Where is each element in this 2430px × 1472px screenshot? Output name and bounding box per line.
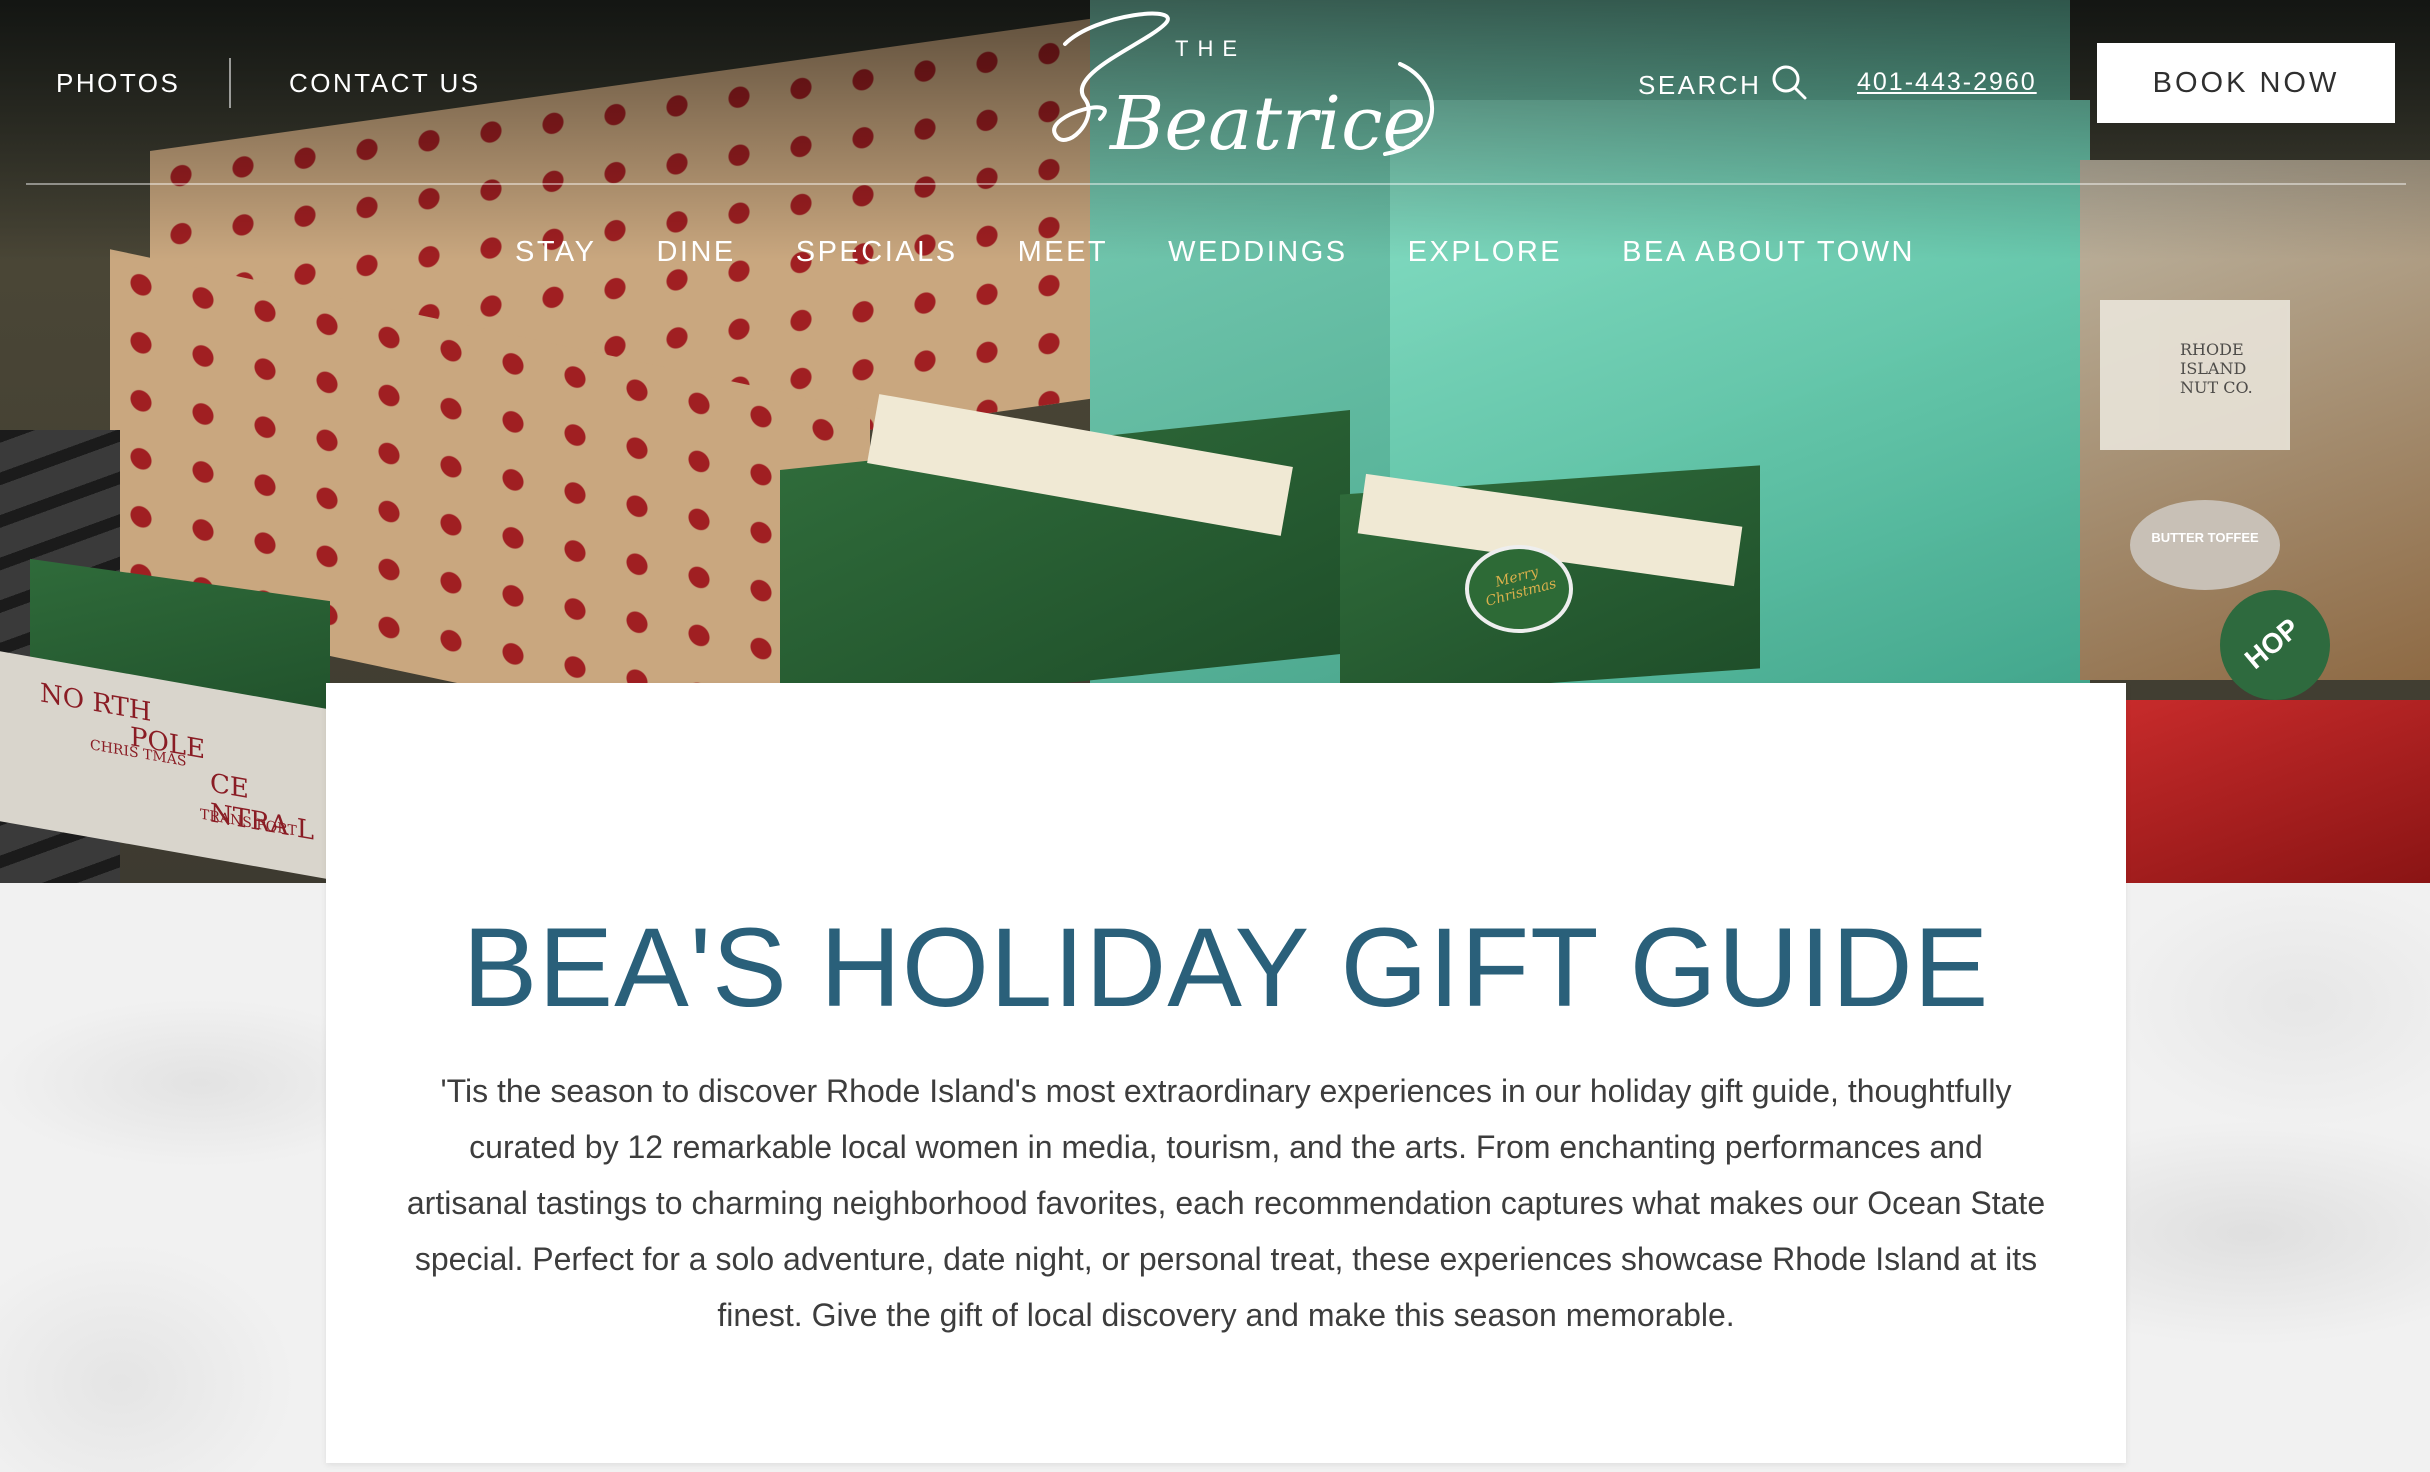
nav-stay[interactable]: STAY bbox=[515, 236, 596, 269]
nav-specials[interactable]: SPECIALS bbox=[796, 236, 958, 269]
toy-train-engine bbox=[2126, 700, 2430, 883]
photos-link[interactable]: PHOTOS bbox=[56, 68, 180, 99]
site-header: PHOTOS CONTACT US THE Beatrice SEARCH 40… bbox=[0, 0, 2430, 185]
hop-sign: HOP bbox=[2220, 590, 2330, 700]
page-title: BEA'S HOLIDAY GIFT GUIDE bbox=[462, 905, 1990, 1030]
header-divider bbox=[229, 58, 231, 108]
beatrice-logo[interactable]: THE Beatrice bbox=[1005, 4, 1455, 167]
hop-sign-label: HOP bbox=[2238, 612, 2306, 675]
search-label: SEARCH bbox=[1638, 70, 1762, 100]
logo-script-svg: THE Beatrice bbox=[1052, 11, 1434, 167]
nav-meet[interactable]: MEET bbox=[1018, 236, 1109, 269]
gift-tag-text: Merry Christmas bbox=[1483, 563, 1559, 610]
nav-explore[interactable]: EXPLORE bbox=[1408, 236, 1563, 269]
gift-tag: Merry Christmas bbox=[1465, 545, 1573, 633]
intro-paragraph: 'Tis the season to discover Rhode Island… bbox=[406, 1073, 2046, 1333]
main-nav: STAY DINE SPECIALS MEET WEDDINGS EXPLORE… bbox=[0, 236, 2430, 269]
logo-small-text: THE bbox=[1175, 36, 1246, 61]
logo-script-text: Beatrice bbox=[1108, 81, 1426, 164]
nav-weddings[interactable]: WEDDINGS bbox=[1168, 236, 1348, 269]
search-icon bbox=[1771, 64, 1807, 107]
toffee-tin-label: BUTTER TOFFEE bbox=[2151, 530, 2259, 545]
contact-us-link[interactable]: CONTACT US bbox=[289, 68, 481, 99]
header-rule bbox=[26, 183, 2406, 185]
intro-card: BEA'S HOLIDAY GIFT GUIDE 'Tis the season… bbox=[326, 683, 2126, 1463]
search-button[interactable]: SEARCH bbox=[1638, 64, 1807, 107]
railcar-text-1: NO RTH bbox=[40, 678, 152, 728]
toffee-tin: BUTTER TOFFEE bbox=[2130, 500, 2280, 590]
book-now-button[interactable]: BOOK NOW bbox=[2097, 43, 2395, 123]
nut-jar: RHODE ISLAND NUT CO. bbox=[2100, 300, 2290, 450]
nut-jar-label: RHODE ISLAND NUT CO. bbox=[2180, 340, 2253, 397]
nav-dine[interactable]: DINE bbox=[656, 236, 735, 269]
railcar-text-3: CE NTRA L bbox=[210, 768, 314, 847]
phone-link[interactable]: 401-443-2960 bbox=[1857, 68, 2037, 97]
nav-bea-about-town[interactable]: BEA ABOUT TOWN bbox=[1622, 236, 1915, 269]
